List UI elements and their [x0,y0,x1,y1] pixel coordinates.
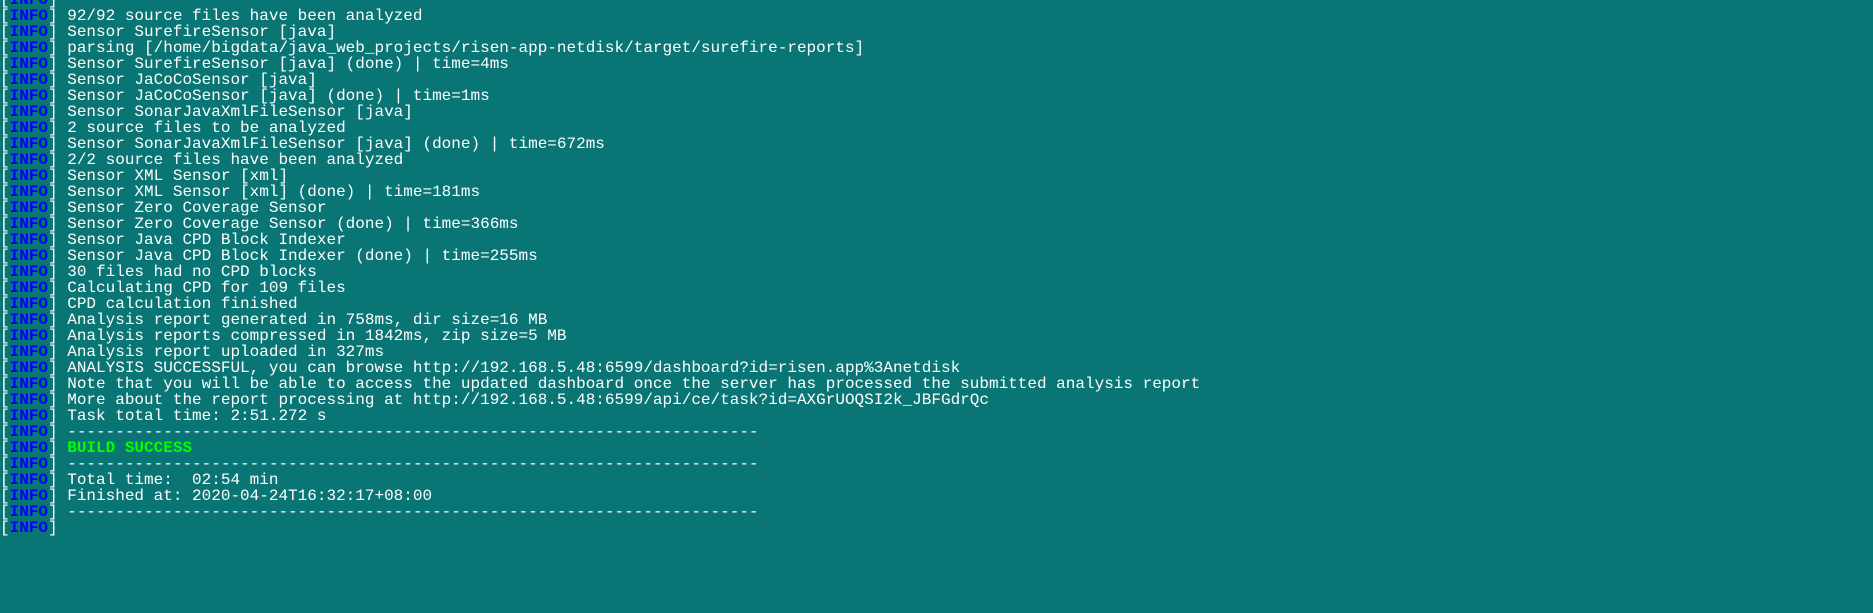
log-line: [INFO] ---------------------------------… [0,504,1873,520]
log-line: [INFO] CPD calculation finished [0,296,1873,312]
log-line: [INFO] Task total time: 2:51.272 s [0,408,1873,424]
bracket-close: ] [48,519,67,537]
log-line: [INFO] Calculating CPD for 109 files [0,280,1873,296]
log-line: [INFO] Analysis report uploaded in 327ms [0,344,1873,360]
log-line: [INFO] ANALYSIS SUCCESSFUL, you can brow… [0,360,1873,376]
log-line: [INFO] 92/92 source files have been anal… [0,8,1873,24]
log-line: [INFO] Note that you will be able to acc… [0,376,1873,392]
log-line: [INFO] Finished at: 2020-04-24T16:32:17+… [0,488,1873,504]
log-message: ----------------------------------------… [67,503,758,521]
log-line: [INFO] ---------------------------------… [0,424,1873,440]
log-line: [INFO] Analysis report generated in 758m… [0,312,1873,328]
log-line: [INFO] Sensor SonarJavaXmlFileSensor [ja… [0,136,1873,152]
log-line: [INFO] Sensor XML Sensor [xml] [0,168,1873,184]
log-line: [INFO] 2 source files to be analyzed [0,120,1873,136]
log-line: [INFO] Sensor SonarJavaXmlFileSensor [ja… [0,104,1873,120]
log-line: [INFO] Sensor JaCoCoSensor [java] [0,72,1873,88]
log-line: [INFO] 30 files had no CPD blocks [0,264,1873,280]
log-line: [INFO] Sensor Zero Coverage Sensor [0,200,1873,216]
log-line: [INFO] More about the report processing … [0,392,1873,408]
log-line: [INFO] Sensor JaCoCoSensor [java] (done)… [0,88,1873,104]
log-line: [INFO] Sensor Zero Coverage Sensor (done… [0,216,1873,232]
log-line: [INFO] BUILD SUCCESS [0,440,1873,456]
log-line: [INFO] [0,520,1873,536]
log-line: [INFO] ---------------------------------… [0,456,1873,472]
log-line: [INFO] Total time: 02:54 min [0,472,1873,488]
terminal-output: [INFO] [INFO] 92/92 source files have be… [0,0,1873,536]
log-level: INFO [10,519,48,537]
log-line: [INFO] Analysis reports compressed in 18… [0,328,1873,344]
bracket-open: [ [0,519,10,537]
log-line: [INFO] Sensor Java CPD Block Indexer (do… [0,248,1873,264]
log-line: [INFO] 2/2 source files have been analyz… [0,152,1873,168]
log-line: [INFO] Sensor SurefireSensor [java] [0,24,1873,40]
log-line: [INFO] Sensor XML Sensor [xml] (done) | … [0,184,1873,200]
log-line: [INFO] Sensor SurefireSensor [java] (don… [0,56,1873,72]
log-line: [INFO] Sensor Java CPD Block Indexer [0,232,1873,248]
log-line: [INFO] parsing [/home/bigdata/java_web_p… [0,40,1873,56]
